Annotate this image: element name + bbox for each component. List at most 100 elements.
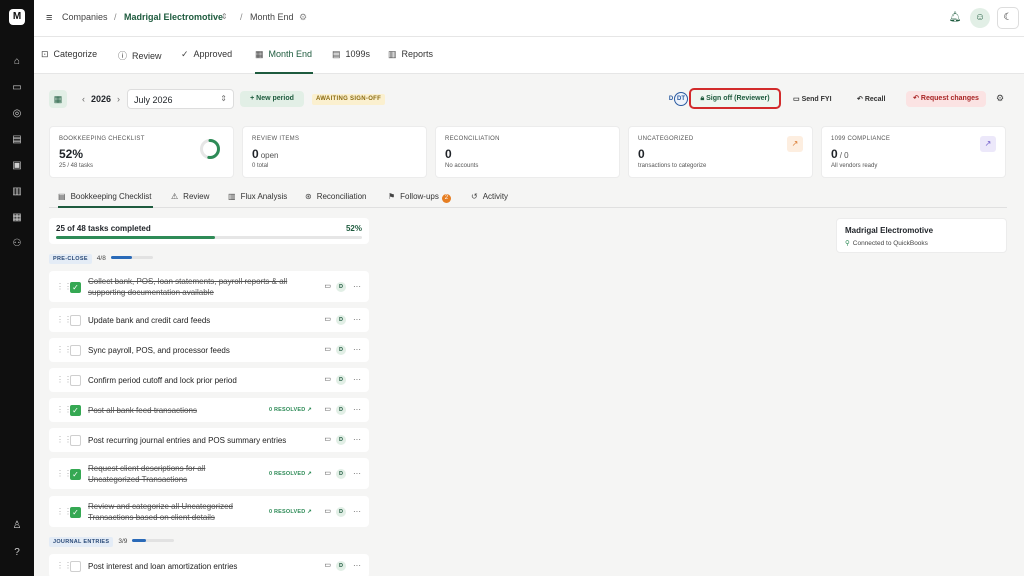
ledger-icon[interactable]: ▥ (11, 186, 23, 198)
user-avatar-icon[interactable]: ☺ (970, 8, 990, 28)
assignee-avatar[interactable]: D (336, 468, 346, 479)
assignee-avatar[interactable]: D (336, 506, 346, 517)
resolved-count-badge[interactable]: 0 RESOLVED ↗ (269, 405, 312, 415)
breadcrumb-company[interactable]: Madrigal Electromotive (124, 12, 223, 22)
task-checkbox[interactable]: ✓ (70, 405, 81, 416)
comment-icon[interactable]: ▭ (324, 345, 331, 355)
task-checkbox[interactable] (70, 375, 81, 386)
calendar-icon[interactable]: ▦ (49, 90, 67, 108)
task-row[interactable]: ⋮⋮ ✓ Post all bank feed transactions 0 R… (49, 398, 369, 422)
receipt-icon[interactable]: ▭ (11, 82, 23, 94)
card-review-items[interactable]: REVIEW ITEMS 0 open 0 total (242, 126, 427, 178)
recall-button[interactable]: ↶ Recall (857, 95, 885, 103)
task-row[interactable]: ⋮⋮ ✓ Review and categorize all Uncategor… (49, 496, 369, 527)
assignee-avatar[interactable]: D (336, 375, 346, 385)
briefcase-icon[interactable]: ▣ (11, 160, 23, 172)
help-icon[interactable]: ? (11, 547, 23, 559)
comment-icon[interactable]: ▭ (324, 315, 331, 325)
external-link-icon[interactable]: ↗ (980, 136, 996, 152)
user-icon[interactable]: ♙ (11, 520, 23, 532)
section-header-journal-entries[interactable]: JOURNAL ENTRIES 3/9 (49, 537, 175, 547)
menu-icon[interactable]: ≡ (46, 12, 52, 24)
more-options-icon[interactable]: ··· (353, 375, 361, 385)
card-1099-compliance[interactable]: 1099 COMPLIANCE 0/ 0 All vendors ready ↗ (821, 126, 1006, 178)
assignee-avatar[interactable]: D (336, 435, 346, 445)
resolved-count-badge[interactable]: 0 RESOLVED ↗ (269, 507, 312, 517)
subtab-bookkeeping-checklist[interactable]: ▤ Bookkeeping Checklist (58, 192, 153, 208)
subtab-reconciliation[interactable]: ⊛ Reconciliation (305, 192, 367, 208)
checklist-icon: ▤ (58, 192, 66, 201)
send-fyi-button[interactable]: ▭ Send FYI (793, 95, 832, 103)
card-bookkeeping-checklist[interactable]: BOOKKEEPING CHECKLIST 52% 25 / 48 tasks (49, 126, 234, 178)
comment-icon[interactable]: ▭ (324, 405, 331, 415)
more-options-icon[interactable]: ··· (353, 315, 361, 325)
task-row[interactable]: ⋮⋮ Confirm period cutoff and lock prior … (49, 368, 369, 392)
comment-icon[interactable]: ▭ (324, 469, 331, 479)
book-icon[interactable]: ▤ (11, 134, 23, 146)
comment-icon[interactable]: ▭ (324, 507, 331, 517)
month-select[interactable]: July 2026 ⇕ (127, 89, 234, 109)
task-checkbox[interactable] (70, 435, 81, 446)
assignee-avatar[interactable]: D (336, 345, 346, 355)
app-logo[interactable]: M (9, 9, 25, 25)
tab-categorize[interactable]: ⊡ Categorize (41, 49, 97, 74)
task-checkbox[interactable]: ✓ (70, 468, 81, 480)
comment-icon[interactable]: ▭ (324, 435, 331, 445)
more-options-icon[interactable]: ··· (353, 469, 361, 479)
task-checkbox[interactable]: ✓ (70, 281, 81, 293)
task-checkbox[interactable] (70, 561, 81, 572)
document-icon[interactable]: ▦ (11, 212, 23, 224)
moon-icon[interactable]: ☾ (997, 7, 1019, 29)
task-checkbox[interactable]: ✓ (70, 506, 81, 518)
task-row[interactable]: ⋮⋮ Post recurring journal entries and PO… (49, 428, 369, 452)
more-options-icon[interactable]: ··· (353, 345, 361, 355)
assignee-avatar[interactable]: D (336, 405, 346, 415)
comment-icon[interactable]: ▭ (324, 375, 331, 385)
sign-off-button[interactable]: 🔒︎ Sign off (Reviewer) (689, 88, 781, 109)
tab-reports[interactable]: ▥ Reports (388, 49, 433, 74)
task-row[interactable]: ⋮⋮ ✓ Request client descriptions for all… (49, 458, 369, 489)
year-selector[interactable]: ‹ 2026 › (76, 94, 126, 104)
card-uncategorized[interactable]: UNCATEGORIZED 0 transactions to categori… (628, 126, 813, 178)
compass-icon[interactable]: ◎ (11, 108, 23, 120)
comment-icon[interactable]: ▭ (324, 282, 331, 292)
more-options-icon[interactable]: ··· (353, 405, 361, 415)
tab-month-end[interactable]: ▦ Month End (255, 49, 314, 74)
subtab-follow-ups[interactable]: ⚑ Follow-ups 2 (388, 192, 451, 208)
external-link-icon[interactable]: ↗ (787, 136, 803, 152)
task-row[interactable]: ⋮⋮ ✓ Collect bank, POS, loan statements,… (49, 271, 369, 302)
comment-icon[interactable]: ▭ (324, 561, 331, 571)
more-options-icon[interactable]: ··· (353, 507, 361, 517)
subtab-review[interactable]: ⚠ Review (171, 192, 209, 208)
card-reconciliation[interactable]: RECONCILIATION 0 No accounts (435, 126, 620, 178)
settings-gear-icon[interactable]: ⚙ (996, 93, 1004, 104)
assignee-avatar[interactable]: D (336, 281, 346, 292)
users-icon[interactable]: ⚇ (11, 238, 23, 250)
task-checkbox[interactable] (70, 315, 81, 326)
request-changes-button[interactable]: ↶ Request changes (906, 91, 986, 107)
resolved-count-badge[interactable]: 0 RESOLVED ↗ (269, 469, 312, 479)
bell-icon[interactable]: 🔔︎ (947, 10, 963, 26)
task-row[interactable]: ⋮⋮ Sync payroll, POS, and processor feed… (49, 338, 369, 362)
task-checkbox[interactable] (70, 345, 81, 356)
task-row[interactable]: ⋮⋮ Post interest and loan amortization e… (49, 554, 369, 576)
chevron-right-icon[interactable]: › (117, 94, 120, 104)
tab-review[interactable]: ⓘ Review (118, 49, 162, 74)
more-options-icon[interactable]: ··· (353, 435, 361, 445)
subtab-flux-analysis[interactable]: ▥ Flux Analysis (228, 192, 287, 208)
subtab-activity[interactable]: ↺ Activity (471, 192, 508, 208)
gear-icon[interactable]: ⚙ (299, 12, 307, 23)
section-header-pre-close[interactable]: PRE-CLOSE 4/8 (49, 254, 153, 264)
company-switch-icon[interactable]: ⇕ (221, 12, 228, 21)
assignee-avatar[interactable]: D (336, 561, 346, 571)
task-row[interactable]: ⋮⋮ Update bank and credit card feeds ▭ D… (49, 308, 369, 332)
more-options-icon[interactable]: ··· (353, 561, 361, 571)
tab-1099s[interactable]: ▤ 1099s (332, 49, 370, 74)
home-icon[interactable]: ⌂ (11, 56, 23, 68)
chevron-left-icon[interactable]: ‹ (82, 94, 85, 104)
breadcrumb-companies[interactable]: Companies (62, 12, 108, 22)
tab-approved[interactable]: ✓ Approved (181, 49, 232, 74)
more-options-icon[interactable]: ··· (353, 282, 361, 292)
assignee-avatar[interactable]: D (336, 315, 346, 325)
new-period-button[interactable]: + New period (240, 91, 304, 107)
